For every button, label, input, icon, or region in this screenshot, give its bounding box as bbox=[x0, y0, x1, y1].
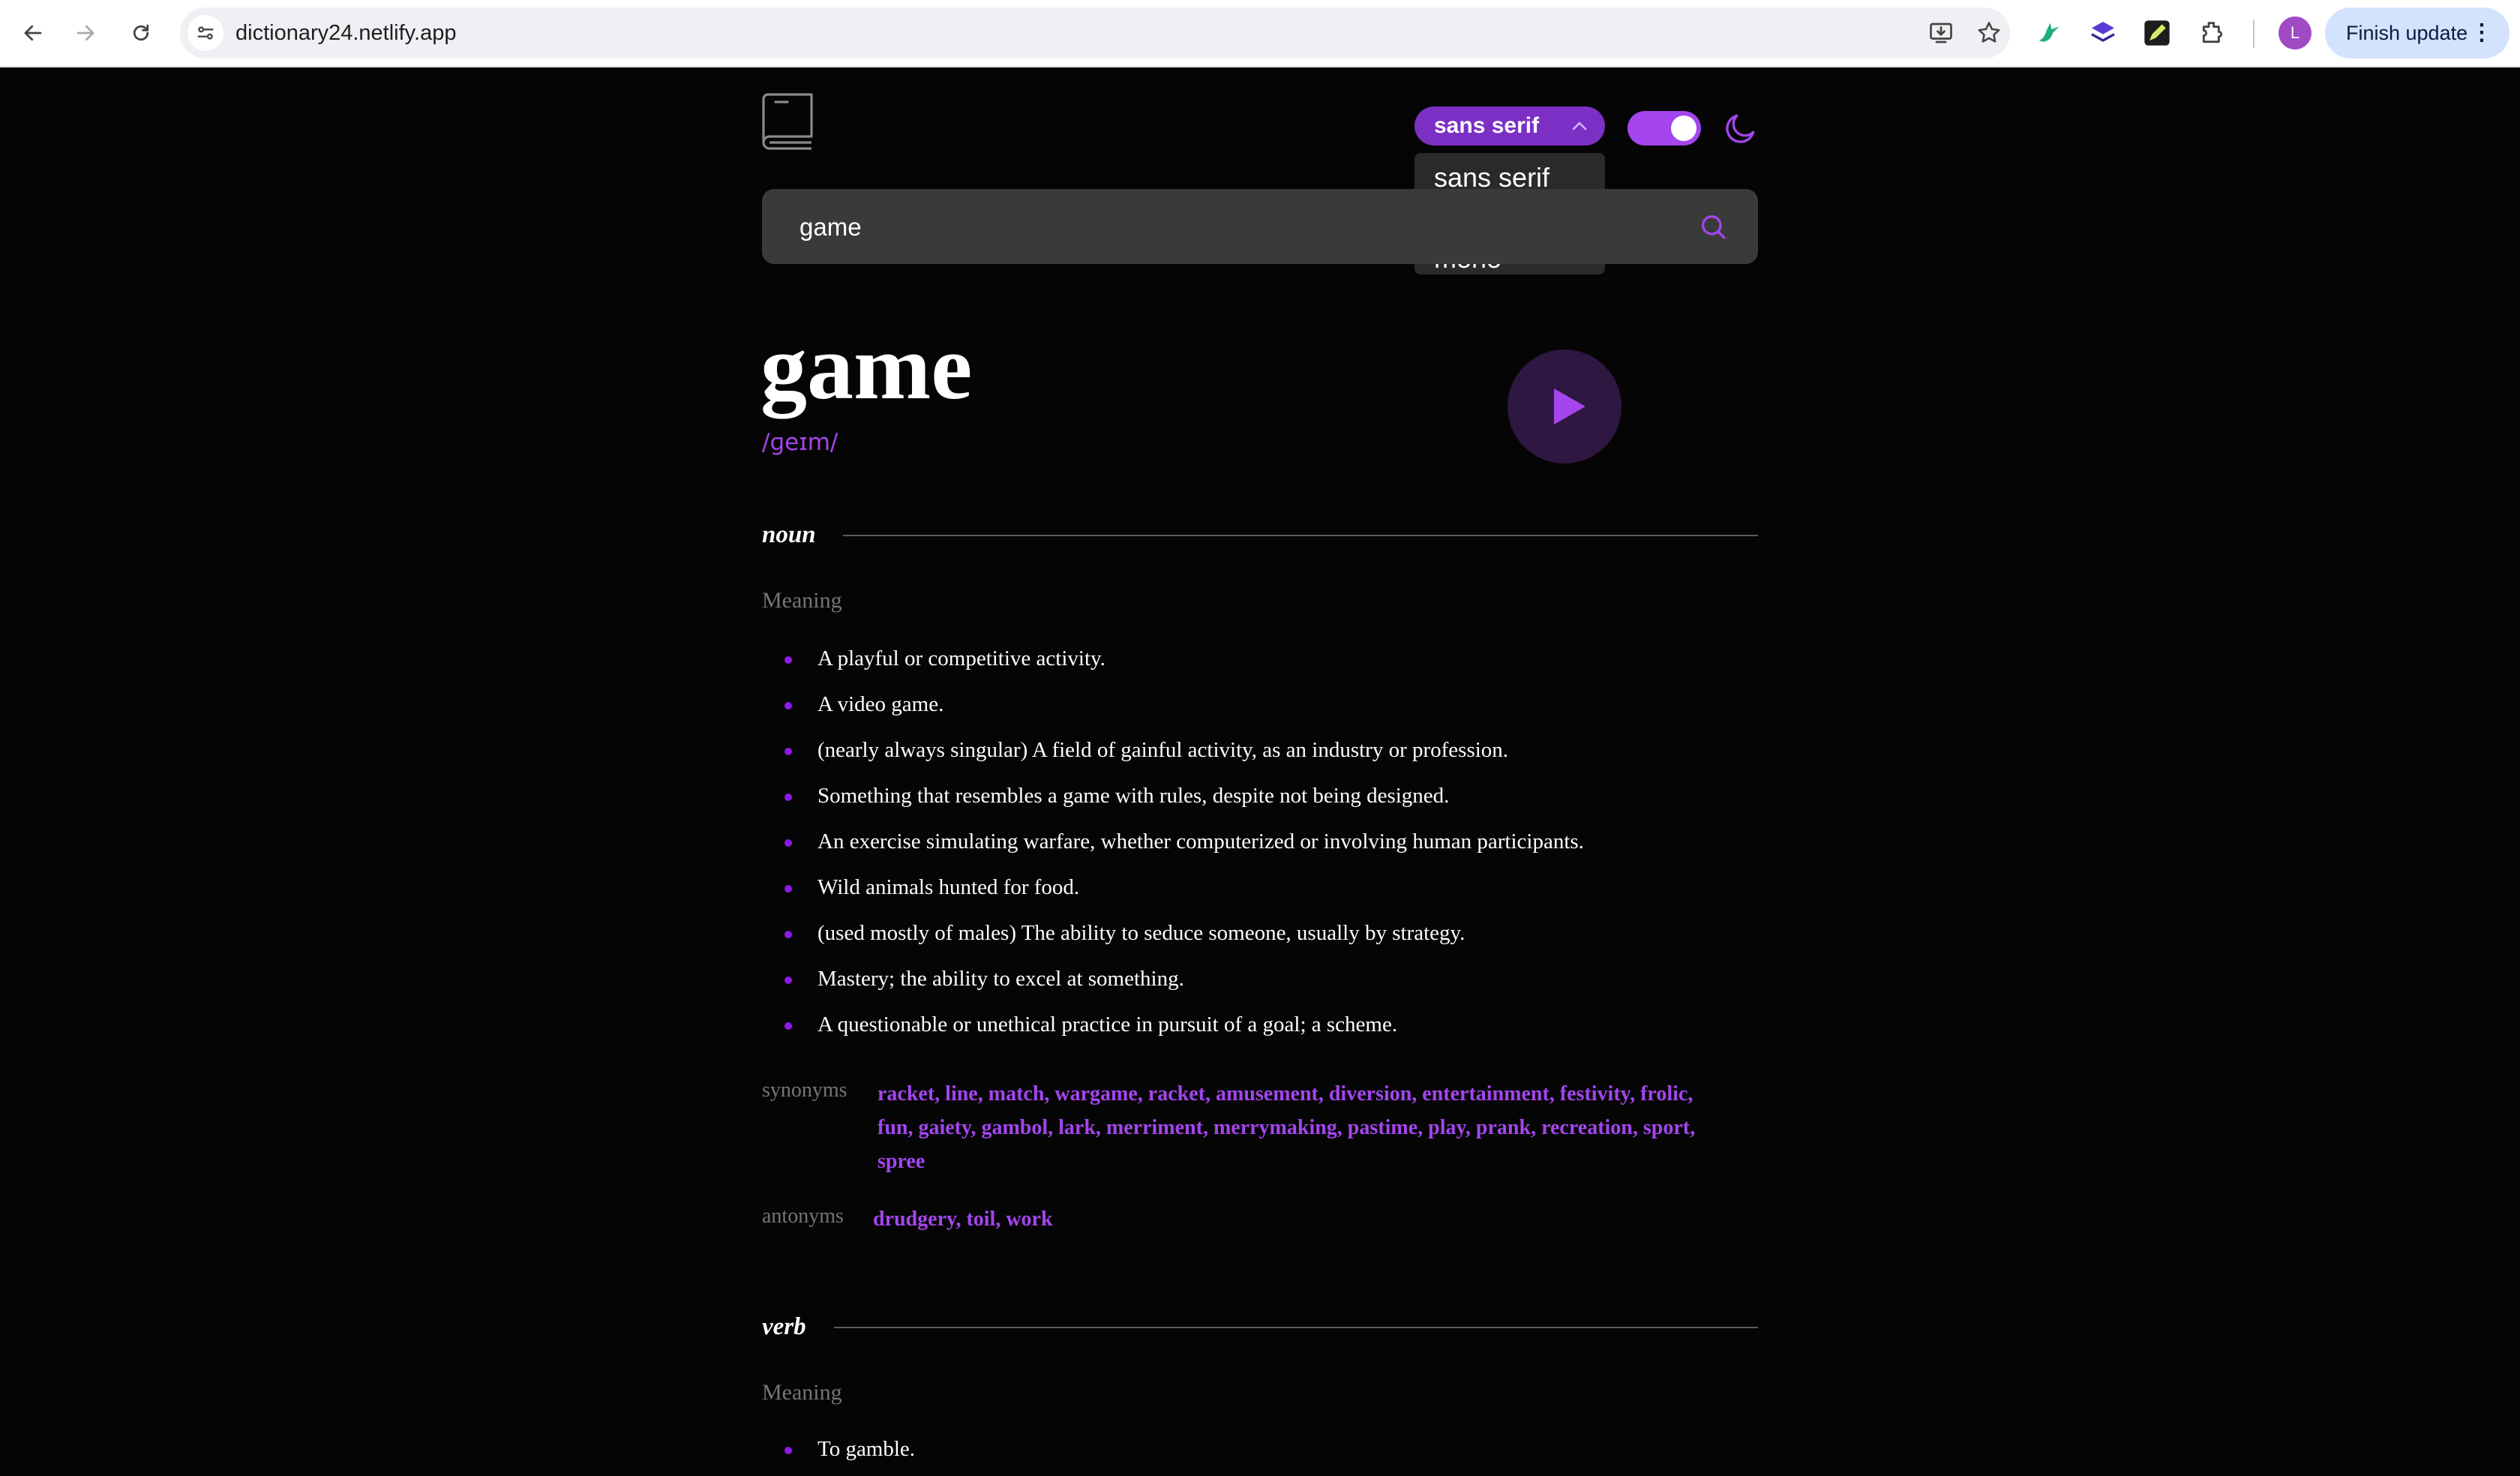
list-item: An exercise simulating warfare, whether … bbox=[762, 819, 1758, 865]
section-heading-noun: noun bbox=[762, 516, 1758, 554]
list-item: (nearly always singular) A field of gain… bbox=[762, 728, 1758, 773]
meaning-label: Meaning bbox=[762, 588, 842, 613]
list-item: A video game. bbox=[762, 682, 1758, 728]
definition-text: Mastery; the ability to excel at somethi… bbox=[818, 967, 1184, 991]
layers-extension-icon[interactable] bbox=[2088, 18, 2118, 48]
definition-list: To gamble. bbox=[762, 1426, 1758, 1472]
synonyms-line[interactable]: racket, line, match, wargame, racket, am… bbox=[878, 1077, 1762, 1111]
bullet bbox=[784, 748, 792, 755]
profile-avatar[interactable]: L bbox=[2278, 16, 2312, 50]
toggle-knob bbox=[1671, 116, 1696, 141]
list-item: To gamble. bbox=[762, 1426, 1758, 1472]
antonyms-label: antonyms bbox=[762, 1204, 844, 1228]
search-icon[interactable] bbox=[1698, 212, 1728, 242]
definition-text: (used mostly of males) The ability to se… bbox=[818, 921, 1466, 945]
synonyms-list: racket, line, match, wargame, racket, am… bbox=[878, 1077, 1762, 1178]
toolbar-divider bbox=[2253, 20, 2254, 48]
divider bbox=[834, 1327, 1758, 1328]
bookmark-star-icon[interactable] bbox=[1976, 20, 2002, 46]
definition-text: A questionable or unethical practice in … bbox=[818, 1012, 1398, 1036]
finish-update-button[interactable]: Finish update ⋮ bbox=[2325, 8, 2510, 58]
reload-icon bbox=[133, 24, 149, 41]
list-item: A questionable or unethical practice in … bbox=[762, 1002, 1758, 1048]
definition-text: (nearly always singular) A field of gain… bbox=[818, 738, 1509, 762]
bullet bbox=[784, 931, 792, 938]
play-audio-button[interactable] bbox=[1508, 350, 1622, 464]
bullet bbox=[784, 839, 792, 847]
site-settings-icon[interactable] bbox=[188, 15, 224, 51]
install-app-icon[interactable] bbox=[1928, 20, 1954, 46]
back-button[interactable] bbox=[16, 16, 50, 50]
divider bbox=[843, 535, 1758, 536]
book-icon[interactable] bbox=[762, 93, 813, 150]
list-item: Mastery; the ability to excel at somethi… bbox=[762, 956, 1758, 1002]
definition-text: Wild animals hunted for food. bbox=[818, 875, 1080, 899]
list-item: A playful or competitive activity. bbox=[762, 636, 1758, 682]
definition-text: A video game. bbox=[818, 692, 944, 716]
font-select-value: sans serif bbox=[1434, 113, 1540, 138]
synonyms-label: synonyms bbox=[762, 1078, 848, 1102]
address-bar[interactable]: dictionary24.netlify.app bbox=[180, 8, 2010, 58]
bullet bbox=[784, 976, 792, 984]
finish-update-label: Finish update bbox=[2346, 22, 2468, 44]
play-icon bbox=[1554, 388, 1586, 424]
bullet bbox=[784, 1447, 792, 1454]
arrow-left-icon bbox=[24, 25, 42, 41]
bullet bbox=[784, 702, 792, 710]
section-heading-verb: verb bbox=[762, 1308, 1758, 1346]
moon-icon bbox=[1726, 114, 1755, 143]
phonetic: /ɡeɪm/ bbox=[762, 429, 838, 456]
search-input[interactable] bbox=[798, 189, 1626, 266]
bullet bbox=[784, 794, 792, 801]
hummingbird-extension-icon[interactable] bbox=[2034, 18, 2064, 48]
part-of-speech: noun bbox=[762, 521, 816, 548]
more-vert-icon: ⋮ bbox=[2470, 20, 2493, 45]
definition-text: An exercise simulating warfare, whether … bbox=[818, 830, 1584, 854]
bullet bbox=[784, 656, 792, 664]
word-title: game bbox=[760, 316, 973, 418]
arrow-right-icon bbox=[76, 25, 94, 41]
reload-button[interactable] bbox=[124, 16, 158, 50]
synonyms-line[interactable]: spree bbox=[878, 1144, 1762, 1178]
forward-button[interactable] bbox=[69, 16, 102, 50]
list-item: Wild animals hunted for food. bbox=[762, 865, 1758, 910]
definition-text: To gamble. bbox=[818, 1437, 916, 1461]
pen-extension-icon[interactable] bbox=[2142, 18, 2172, 48]
meaning-label: Meaning bbox=[762, 1380, 842, 1405]
extensions-puzzle-icon[interactable] bbox=[2198, 18, 2228, 48]
part-of-speech: verb bbox=[762, 1313, 806, 1340]
definition-text: A playful or competitive activity. bbox=[818, 646, 1106, 670]
synonyms-line[interactable]: fun, gaiety, gambol, lark, merriment, me… bbox=[878, 1111, 1762, 1144]
search-bar bbox=[762, 189, 1758, 266]
theme-toggle[interactable] bbox=[1628, 111, 1701, 146]
url-text[interactable]: dictionary24.netlify.app bbox=[236, 8, 456, 58]
chevron-up-icon bbox=[1572, 122, 1587, 130]
bullet bbox=[784, 1022, 792, 1030]
bullet bbox=[784, 885, 792, 892]
antonyms-list[interactable]: drudgery, toil, work bbox=[873, 1202, 1053, 1236]
font-select[interactable]: sans serif bbox=[1414, 106, 1605, 146]
list-item: Something that resembles a game with rul… bbox=[762, 773, 1758, 819]
definition-text: Something that resembles a game with rul… bbox=[818, 784, 1450, 808]
definition-list: A playful or competitive activity. A vid… bbox=[762, 636, 1758, 1048]
list-item: (used mostly of males) The ability to se… bbox=[762, 910, 1758, 956]
browser-toolbar: dictionary24.netlify.app L Finish update… bbox=[0, 0, 2520, 68]
